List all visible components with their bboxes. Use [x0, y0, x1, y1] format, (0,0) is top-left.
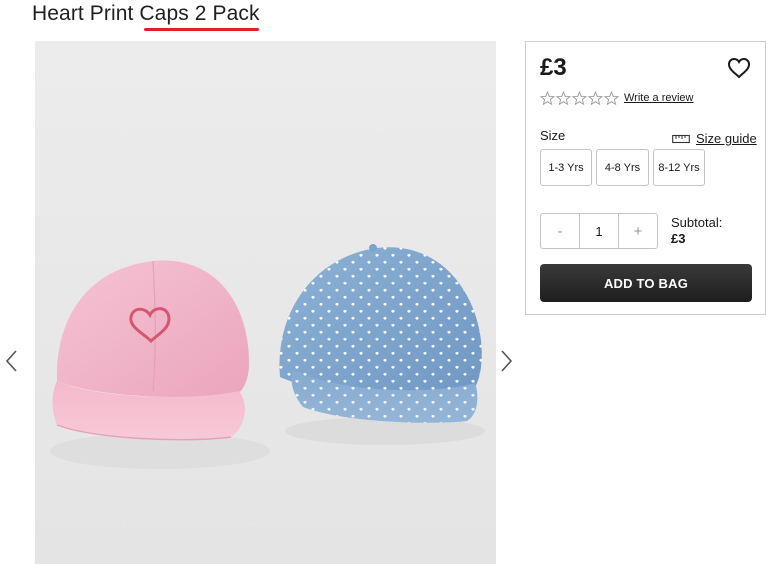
- quantity-increment-button[interactable]: +: [619, 214, 657, 248]
- subtotal-label: Subtotal:: [671, 215, 723, 230]
- chevron-left-icon: [5, 350, 17, 372]
- star-empty-icon: [587, 90, 604, 106]
- rating-stars: [539, 90, 620, 107]
- quantity-input[interactable]: 1: [579, 214, 619, 248]
- product-title: Heart Print Caps 2 Pack: [32, 2, 260, 26]
- gallery-next-button[interactable]: [497, 348, 515, 374]
- size-label: Size: [540, 128, 566, 143]
- star-empty-icon: [539, 90, 556, 106]
- ruler-icon: [672, 134, 690, 144]
- wishlist-button[interactable]: [726, 56, 752, 80]
- star-empty-icon: [603, 90, 620, 106]
- add-to-bag-button[interactable]: ADD TO BAG: [540, 264, 752, 302]
- subtotal-value: £3: [671, 231, 686, 246]
- gallery-prev-button[interactable]: [3, 348, 21, 374]
- product-image: [35, 41, 496, 564]
- quantity-decrement-button[interactable]: -: [541, 214, 579, 248]
- size-guide-label: Size guide: [696, 131, 757, 146]
- caps-photo: [35, 41, 496, 564]
- title-underline: [144, 28, 259, 31]
- product-title-part2: Caps 2 Pack: [139, 2, 260, 25]
- price: £3: [540, 54, 567, 81]
- heart-outline-icon: [727, 57, 751, 79]
- size-guide-link[interactable]: Size guide: [672, 131, 757, 146]
- size-option-4-8-yrs[interactable]: 4-8 Yrs: [596, 149, 649, 186]
- purchase-panel: £3 Write a review Size Size guide 1-3 Yr…: [525, 41, 766, 315]
- size-options: 1-3 Yrs 4-8 Yrs 8-12 Yrs: [540, 149, 705, 186]
- size-option-1-3-yrs[interactable]: 1-3 Yrs: [540, 149, 592, 186]
- star-empty-icon: [571, 90, 588, 106]
- star-empty-icon: [555, 90, 572, 106]
- size-option-8-12-yrs[interactable]: 8-12 Yrs: [653, 149, 705, 186]
- chevron-right-icon: [501, 350, 513, 372]
- write-review-link[interactable]: Write a review: [624, 92, 693, 104]
- quantity-stepper: - 1 +: [540, 213, 658, 249]
- product-title-part1: Heart Print: [32, 2, 140, 25]
